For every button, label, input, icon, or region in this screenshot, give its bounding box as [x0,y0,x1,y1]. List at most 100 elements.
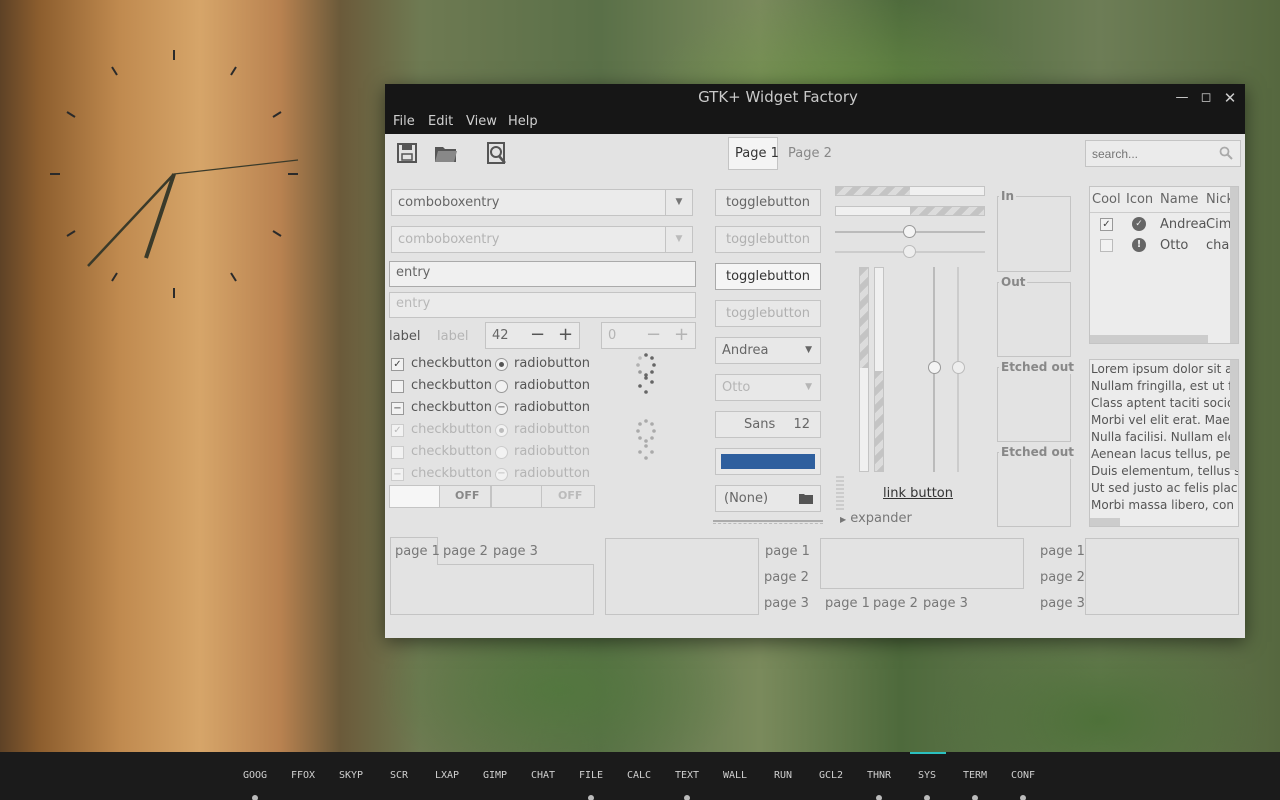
toggle-button[interactable]: togglebutton [715,189,821,216]
scrollbar-horizontal[interactable] [1090,518,1120,526]
taskbar-item-text[interactable]: TEXT [667,770,707,781]
checkbox-mixed-disabled: − [391,468,404,481]
notebook-tab-page-1[interactable]: page 1 [765,544,810,559]
notebook-tab-page-3[interactable]: page 3 [493,544,538,559]
taskbar-item-calc[interactable]: CALC [619,770,659,781]
taskbar-item-term[interactable]: TERM [955,770,995,781]
radio-label: radiobutton [514,378,591,393]
font-button[interactable]: Sans 12 [715,411,821,438]
combobox-andrea[interactable]: Andrea ▼ [715,337,821,364]
taskbar-item-file[interactable]: FILE [571,770,611,781]
taskbar-item-sys[interactable]: SYS [907,770,947,781]
file-chooser-button[interactable]: (None) [715,485,821,512]
notebook-tab-page-2[interactable]: page 2 [873,596,918,611]
print-preview-icon[interactable] [485,140,509,166]
running-indicator [876,795,882,800]
notebook-tab-page-3[interactable]: page 3 [923,596,968,611]
scrollbar-horizontal[interactable] [1090,335,1208,343]
table-row-checkbox[interactable]: ✓ [1100,218,1113,231]
combobox-entry[interactable]: comboboxentry [391,189,666,216]
open-folder-icon[interactable] [433,140,459,166]
radio-label: radiobutton [514,400,591,415]
text-line: Nulla facilisi. Nullam ele [1091,430,1236,444]
radio[interactable] [495,380,508,393]
title-bar: GTK+ Widget Factory — ◻ ✕ File Edit View… [385,84,1245,134]
radio-mixed[interactable]: − [495,402,508,415]
slider-handle[interactable] [903,225,916,238]
maximize-icon[interactable]: ◻ [1199,91,1213,105]
taskbar-item-scr[interactable]: SCR [379,770,419,781]
save-icon[interactable] [395,140,419,166]
notebook-right-pane [605,538,759,615]
link-button[interactable]: link button [883,486,953,501]
entry-field[interactable]: entry [389,261,696,287]
table-row-checkbox[interactable] [1100,239,1113,252]
taskbar-item-wall[interactable]: WALL [715,770,755,781]
notebook-tab-page-1[interactable]: page 1 [395,544,440,559]
toggle-button-active-disabled: togglebutton [715,300,821,327]
tab-page-2[interactable]: Page 2 [788,146,832,161]
text-view[interactable]: Lorem ipsum dolor sit a Nullam fringilla… [1089,359,1239,527]
switch[interactable]: OFF [389,485,491,508]
checkbox-disabled [391,446,404,459]
minus-icon[interactable]: − [530,324,545,345]
warning-icon: ! [1132,238,1146,252]
search-input[interactable] [1085,140,1241,167]
checkbox-label: checkbutton [411,400,492,415]
taskbar-item-gimp[interactable]: GIMP [475,770,515,781]
tree-view[interactable]: Cool Icon Name Nick ✓ ✓ Andrea Cimi ! Ot… [1089,186,1239,344]
checkbox-checked[interactable]: ✓ [391,358,404,371]
taskbar-item-goog[interactable]: GOOG [235,770,275,781]
taskbar-item-ffox[interactable]: FFOX [283,770,323,781]
checkbox-mixed[interactable]: − [391,402,404,415]
taskbar-item-chat[interactable]: CHAT [523,770,563,781]
column-header-cool[interactable]: Cool [1092,192,1121,207]
taskbar-item-run[interactable]: RUN [763,770,803,781]
taskbar-item-thnr[interactable]: THNR [859,770,899,781]
widget-factory-window: GTK+ Widget Factory — ◻ ✕ File Edit View… [385,84,1245,638]
plus-icon[interactable]: + [558,324,573,345]
text-line: Aenean lacus tellus, pell [1091,447,1238,461]
scrollbar-vertical[interactable] [1230,360,1238,470]
minimize-icon[interactable]: — [1175,91,1189,105]
frame-out [997,282,1071,357]
taskbar-item-lxap[interactable]: LXAP [427,770,467,781]
menu-edit[interactable]: Edit [428,114,453,129]
vertical-slider-handle[interactable] [928,361,941,374]
window-title: GTK+ Widget Factory [698,88,858,106]
spin-button[interactable]: 42 − + [485,322,580,349]
menu-view[interactable]: View [466,114,497,129]
triangle-right-icon: ▶ [840,515,847,524]
combobox-entry-disabled: comboboxentry [391,226,666,253]
progress-bar [835,186,985,196]
spinner-icon [636,353,656,394]
menu-file[interactable]: File [393,114,415,129]
font-size: 12 [793,417,810,432]
notebook-tab-page-2[interactable]: page 2 [443,544,488,559]
taskbar-item-conf[interactable]: CONF [1003,770,1043,781]
frame-label: Out [999,275,1028,289]
notebook-tab-page-2[interactable]: page 2 [764,570,809,585]
notebook-tab-page-1[interactable]: page 1 [1040,544,1085,559]
column-header-name[interactable]: Name [1160,192,1198,207]
menu-help[interactable]: Help [508,114,538,129]
switch-state: OFF [558,489,583,502]
chevron-down-icon[interactable]: ▼ [665,189,693,216]
tab-page-1[interactable]: Page 1 [728,137,779,170]
combobox-value: Otto [722,380,751,395]
close-icon[interactable]: ✕ [1223,91,1237,106]
column-header-icon[interactable]: Icon [1126,192,1153,207]
spinner-icon-disabled [636,419,656,460]
notebook-tab-page-2[interactable]: page 2 [1040,570,1085,585]
color-button[interactable] [715,448,821,475]
scrollbar-vertical[interactable] [1230,187,1238,343]
taskbar-item-skyp[interactable]: SKYP [331,770,371,781]
taskbar-item-gcl2[interactable]: GCL2 [811,770,851,781]
radio-selected[interactable] [495,358,508,371]
notebook-tab-page-3[interactable]: page 3 [764,596,809,611]
expander[interactable]: ▶ expander [840,511,912,526]
notebook-tab-page-1[interactable]: page 1 [825,596,870,611]
toggle-button-active[interactable]: togglebutton [715,263,821,290]
notebook-tab-page-3[interactable]: page 3 [1040,596,1085,611]
checkbox[interactable] [391,380,404,393]
